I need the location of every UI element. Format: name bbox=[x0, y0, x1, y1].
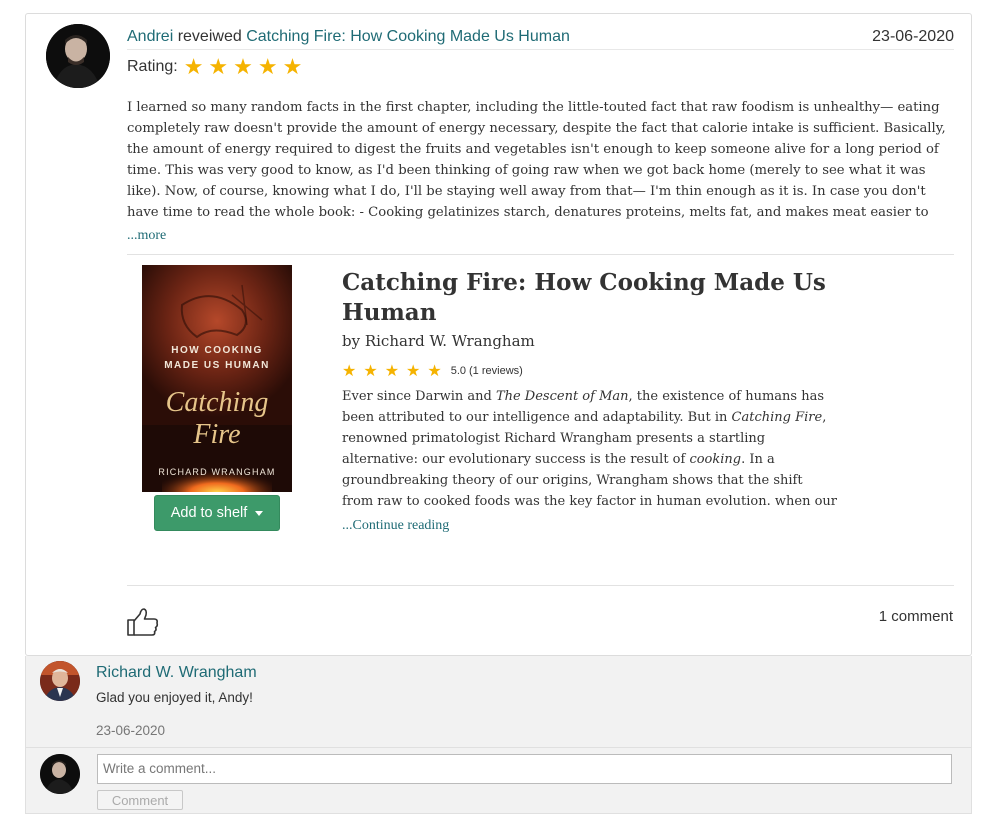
comment-input[interactable] bbox=[97, 754, 952, 784]
reviewed-book-link[interactable]: Catching Fire: How Cooking Made Us Human bbox=[246, 28, 570, 45]
book-rating-score: 5.0 bbox=[450, 365, 467, 377]
book-cover[interactable]: HOW COOKING MADE US HUMAN Catching Fire … bbox=[142, 265, 292, 492]
book-rating: ★★★★★ 5.0 (1 reviews) bbox=[342, 361, 523, 381]
comment-text: Glad you enjoyed it, Andy! bbox=[96, 690, 253, 705]
book-review-count: (1 reviews) bbox=[469, 365, 523, 377]
reviewer-avatar[interactable] bbox=[46, 24, 110, 88]
footer-divider bbox=[127, 585, 954, 586]
header-divider bbox=[127, 49, 954, 50]
review-verb: reveiwed bbox=[177, 28, 242, 45]
cover-author: RICHARD WRANGHAM bbox=[158, 467, 275, 477]
thumbs-up-icon[interactable] bbox=[126, 607, 160, 637]
comment-submit-button[interactable]: Comment bbox=[97, 790, 183, 810]
add-to-shelf-label: Add to shelf bbox=[170, 505, 248, 521]
cover-line2: MADE US HUMAN bbox=[164, 360, 270, 371]
current-user-avatar bbox=[40, 754, 80, 794]
continue-reading-link[interactable]: ...Continue reading bbox=[342, 518, 449, 534]
rating-label: Rating: bbox=[127, 58, 178, 75]
cover-script1: Catching bbox=[166, 387, 269, 418]
review-header: Andrei reveiwed Catching Fire: How Cooki… bbox=[127, 28, 954, 50]
commenter-avatar[interactable] bbox=[40, 661, 80, 701]
book-author[interactable]: by Richard W. Wrangham bbox=[342, 332, 535, 350]
caret-down-icon bbox=[255, 510, 264, 516]
write-comment-section: Comment bbox=[25, 747, 972, 814]
review-date: 23-06-2020 bbox=[872, 28, 954, 45]
review-rating: Rating: ★★★★★ bbox=[127, 54, 308, 79]
review-card: Andrei reveiwed Catching Fire: How Cooki… bbox=[25, 13, 972, 656]
book-description: Ever since Darwin and The Descent of Man… bbox=[342, 389, 837, 509]
comment-date: 23-06-2020 bbox=[96, 723, 166, 738]
reviewer-name-link[interactable]: Andrei bbox=[127, 28, 173, 45]
comment-author-link[interactable]: Richard W. Wrangham bbox=[96, 664, 257, 682]
review-body: I learned so many random facts in the fi… bbox=[127, 100, 946, 220]
cover-line1: HOW COOKING bbox=[171, 345, 263, 356]
body-divider bbox=[127, 254, 954, 255]
comment-count[interactable]: 1 comment bbox=[879, 608, 953, 625]
comment-item: Richard W. Wrangham Glad you enjoyed it,… bbox=[25, 656, 972, 747]
book-stars-icon: ★★★★★ bbox=[342, 363, 449, 380]
read-more-link[interactable]: ...more bbox=[127, 228, 166, 244]
add-to-shelf-button[interactable]: Add to shelf bbox=[154, 495, 280, 531]
book-title[interactable]: Catching Fire: How Cooking Made Us Human bbox=[342, 268, 842, 328]
cover-script2: Fire bbox=[192, 419, 240, 450]
rating-stars-icon: ★★★★★ bbox=[183, 54, 308, 79]
